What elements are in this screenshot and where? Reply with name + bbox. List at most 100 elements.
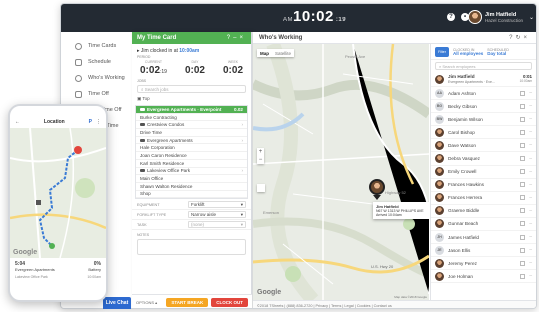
status-dash: – [529,142,532,149]
avatar [468,10,482,24]
edit-icon[interactable] [520,273,526,279]
map-view[interactable]: U.S. Hwy 20 Peosta Ave Emerson Highway 5… [253,44,429,300]
nav-item-time-cards[interactable]: Time Cards [61,40,138,52]
nav-label: Schedule [88,59,111,65]
job-list-item[interactable]: Shawn Walton Residence [136,183,247,191]
edit-icon[interactable] [520,247,526,253]
more-icon[interactable]: ⋮ [96,119,101,125]
employee-map-pin[interactable] [369,179,385,200]
employee-name: Gunnar Beach [448,221,479,227]
zoom-out-button[interactable]: − [257,156,264,164]
job-list-item[interactable]: Joan Caron Residence [136,152,247,160]
employee-name: Jim Hatfield [448,74,475,79]
roster-row[interactable]: Frances Hawkins – [431,179,536,192]
satellite-tab[interactable]: Satellite [272,49,294,57]
status-dash: – [529,273,532,280]
edit-icon[interactable] [520,182,526,188]
clock-icon [75,42,82,50]
job-name: Shop [140,191,151,197]
phone-left-label: Evergreen Apartments [15,267,55,272]
roster-row[interactable]: Emily Crowell – [431,166,536,179]
help-icon[interactable]: ? [447,13,455,21]
edit-icon[interactable] [520,208,526,214]
edit-icon[interactable] [520,129,526,135]
roster-row[interactable]: JE Jason Ellis – [431,244,536,258]
nav-item-whos-working[interactable]: Who's Working [61,72,138,84]
roster-row[interactable]: Frances Herrera – [431,192,536,205]
street-view-icon[interactable] [257,184,265,192]
job-list-item[interactable]: Crestview Condos › [136,121,247,130]
avatar [435,271,444,281]
user-menu[interactable]: Jim Hatfield Hazel Construction ⌄ [468,10,534,24]
notes-textarea[interactable] [137,239,246,256]
edit-icon[interactable] [520,156,526,162]
nav-item-time-off[interactable]: Time Off [61,88,138,100]
zoom-in-button[interactable]: + [257,148,264,156]
phone-map[interactable]: Google [10,127,106,259]
employee-name: Adam Ashton [448,90,476,96]
live-chat-button[interactable]: Live Chat [103,297,131,309]
job-list-item[interactable]: Main Office [136,175,247,183]
job-list-item[interactable]: Shop [136,191,247,199]
roster-row[interactable]: Dave Watson – [431,139,536,153]
job-name: Burke Contracting [140,114,177,120]
edit-icon[interactable] [520,169,526,175]
forklift-type-select[interactable]: Narrow aisle ▾ [188,211,246,219]
options-label: Options [136,300,155,305]
roster-row-current-user[interactable]: Jim Hatfield Evergreen Apartments · Eve..… [431,72,536,87]
roster-row[interactable]: BG Becky Gibson – [431,100,536,114]
roster-row[interactable]: Carol Bishop – [431,126,536,140]
roster-row[interactable]: Jeremy Perez – [431,257,536,271]
job-list-item[interactable]: Karl Smith Residence [136,160,247,168]
nav-item-schedule[interactable]: Schedule [61,56,138,68]
roster-row[interactable]: JH James Hatfield – [431,231,536,245]
folder-icon [140,169,145,173]
edit-icon[interactable] [520,142,526,148]
job-list-item[interactable]: Evergreen Apartments · Everpoint 0.02 [136,106,247,114]
equipment-select[interactable]: Forklift ▾ [188,201,246,209]
job-search-input[interactable]: ⌕ Search jobs [137,85,246,93]
employee-name: Carol Bishop [448,129,475,135]
edit-icon[interactable] [520,195,526,201]
back-arrow-icon[interactable]: ← [15,119,20,125]
avatar [435,193,444,203]
roster-stat-clocked[interactable]: Clocked in All employees [453,48,483,56]
task-select[interactable]: (none) ▾ [188,221,246,229]
edit-icon[interactable] [520,221,526,227]
start-break-button[interactable]: Start Break [166,298,209,307]
roster-row[interactable]: Debra Vasquez – [431,152,536,166]
chevron-down-icon: ▾ [240,202,243,208]
field-label: Task [137,222,147,227]
job-list-item[interactable]: Lakeview Office Park › [136,168,247,176]
filter-button[interactable]: Filter [435,46,449,57]
employee-name: James Hatfield [448,234,480,240]
options-menu[interactable]: Options ▴ [136,300,157,305]
roster-row[interactable]: Graeme Biddle – [431,205,536,218]
close-icon[interactable]: × [239,35,246,41]
map-tab[interactable]: Map [257,49,272,57]
edit-icon[interactable] [520,116,526,122]
close-icon[interactable]: × [523,35,530,41]
edit-icon[interactable] [520,90,526,96]
job-list-item[interactable]: Hale Corporation [136,144,247,153]
job-list-item[interactable]: Evergreen Apartments › [136,137,247,145]
roster-stat-scheduled[interactable]: Scheduled Day total [487,48,509,56]
status-dash: – [529,247,532,254]
roster-row[interactable]: AA Adam Ashton – [431,87,536,101]
avatar: BW [435,114,444,124]
edit-icon[interactable] [520,103,526,109]
time-card-footer: Options ▴ Start Break Clock Out [132,294,252,308]
field-value: (none) [191,222,205,228]
employee-name: Debra Vasquez [448,156,480,162]
employee-search-input[interactable]: ⌕ Search employees [435,62,532,70]
job-list-item[interactable]: Drive Time [136,129,247,137]
job-list-item[interactable]: Burke Contracting [136,114,247,122]
top-filter[interactable]: ▣ Top [132,94,251,104]
edit-icon[interactable] [520,234,526,240]
roster-row[interactable]: Gunnar Beach – [431,218,536,232]
phone-person-badge[interactable]: P [89,119,92,125]
roster-row[interactable]: Joe Holman – [431,270,536,284]
clock-out-button[interactable]: Clock Out [211,298,248,307]
roster-row[interactable]: BW Benjamin Wilson – [431,113,536,127]
edit-icon[interactable] [520,260,526,266]
